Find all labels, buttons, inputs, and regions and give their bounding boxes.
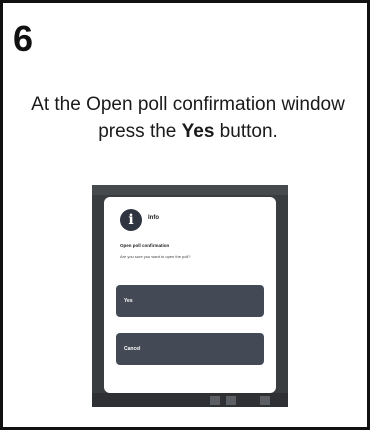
backdrop-control xyxy=(210,396,220,405)
instruction-text-emphasis: Yes xyxy=(181,121,215,142)
info-icon: i xyxy=(120,209,142,231)
dialog-title: Info xyxy=(148,215,159,221)
step-number: 6 xyxy=(13,18,34,59)
backdrop-control xyxy=(226,396,236,405)
cancel-button[interactable]: Cancel xyxy=(116,333,264,365)
instruction-text-after: button. xyxy=(214,121,278,142)
dialog-heading: Open poll confirmation xyxy=(120,243,170,248)
yes-button[interactable]: Yes xyxy=(116,285,264,317)
backdrop-bottom-strip xyxy=(92,393,288,407)
confirmation-dialog: i Info Open poll confirmation Are you su… xyxy=(104,197,276,393)
dialog-screenshot: i Info Open poll confirmation Are you su… xyxy=(92,185,288,407)
instruction-text: At the Open poll confirmation window pre… xyxy=(23,91,353,145)
backdrop-top-strip xyxy=(92,185,288,195)
instruction-card: 6 At the Open poll confirmation window p… xyxy=(0,0,370,430)
backdrop-control xyxy=(260,396,270,405)
dialog-question: Are you sure you want to open the poll? xyxy=(120,254,191,259)
